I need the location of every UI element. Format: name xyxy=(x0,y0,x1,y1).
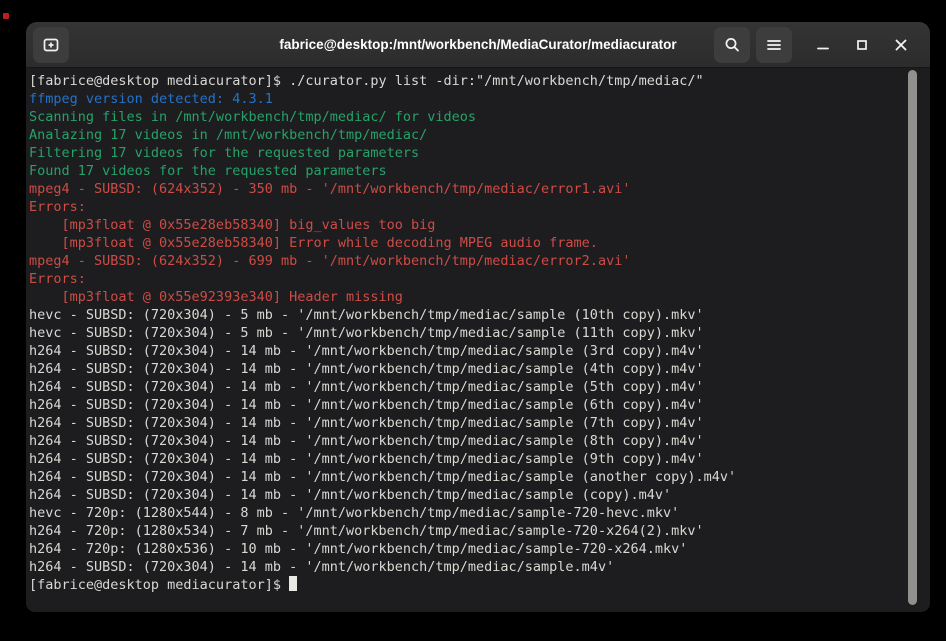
terminal-line: h264 - SUBSD: (720x304) - 14 mb - '/mnt/… xyxy=(29,414,930,432)
close-icon xyxy=(894,38,908,52)
terminal-line: h264 - SUBSD: (720x304) - 14 mb - '/mnt/… xyxy=(29,432,930,450)
close-button[interactable] xyxy=(884,28,918,62)
terminal-line: [mp3float @ 0x55e92393e340] Header missi… xyxy=(29,288,930,306)
record-marker xyxy=(3,13,9,19)
terminal-line: Scanning files in /mnt/workbench/tmp/med… xyxy=(29,108,930,126)
terminal-line: Found 17 videos for the requested parame… xyxy=(29,162,930,180)
terminal-window: fabrice@desktop:/mnt/workbench/MediaCura… xyxy=(26,22,930,612)
terminal-line: hevc - SUBSD: (720x304) - 5 mb - '/mnt/w… xyxy=(29,306,930,324)
maximize-button[interactable] xyxy=(845,28,879,62)
new-tab-button[interactable] xyxy=(33,27,69,63)
terminal-line: h264 - SUBSD: (720x304) - 14 mb - '/mnt/… xyxy=(29,450,930,468)
terminal-output: [fabrice@desktop mediacurator]$ ./curato… xyxy=(29,72,930,594)
terminal-line: ffmpeg version detected: 4.3.1 xyxy=(29,90,930,108)
search-icon xyxy=(723,36,741,54)
terminal-line: [fabrice@desktop mediacurator]$ ./curato… xyxy=(29,72,930,90)
minimize-icon xyxy=(816,38,830,52)
terminal-line: [mp3float @ 0x55e28eb58340] Error while … xyxy=(29,234,930,252)
terminal-line: h264 - SUBSD: (720x304) - 14 mb - '/mnt/… xyxy=(29,468,930,486)
menu-button[interactable] xyxy=(756,27,792,63)
terminal-line: [mp3float @ 0x55e28eb58340] big_values t… xyxy=(29,216,930,234)
terminal-line: hevc - SUBSD: (720x304) - 5 mb - '/mnt/w… xyxy=(29,324,930,342)
terminal-line: h264 - SUBSD: (720x304) - 14 mb - '/mnt/… xyxy=(29,396,930,414)
terminal-line: Analazing 17 videos in /mnt/workbench/tm… xyxy=(29,126,930,144)
terminal-line: Errors: xyxy=(29,270,930,288)
terminal-line: h264 - SUBSD: (720x304) - 14 mb - '/mnt/… xyxy=(29,378,930,396)
terminal-line: mpeg4 - SUBSD: (624x352) - 350 mb - '/mn… xyxy=(29,180,930,198)
terminal-line: h264 - SUBSD: (720x304) - 14 mb - '/mnt/… xyxy=(29,486,930,504)
maximize-icon xyxy=(855,38,869,52)
terminal-line: h264 - 720p: (1280x534) - 7 mb - '/mnt/w… xyxy=(29,522,930,540)
titlebar[interactable]: fabrice@desktop:/mnt/workbench/MediaCura… xyxy=(26,22,930,68)
terminal-line: h264 - SUBSD: (720x304) - 14 mb - '/mnt/… xyxy=(29,342,930,360)
terminal-line: h264 - SUBSD: (720x304) - 14 mb - '/mnt/… xyxy=(29,558,930,576)
terminal-line: hevc - 720p: (1280x544) - 8 mb - '/mnt/w… xyxy=(29,504,930,522)
search-button[interactable] xyxy=(714,27,750,63)
terminal-line: h264 - SUBSD: (720x304) - 14 mb - '/mnt/… xyxy=(29,360,930,378)
terminal-line: Filtering 17 videos for the requested pa… xyxy=(29,144,930,162)
hamburger-menu-icon xyxy=(766,38,782,52)
terminal-line: [fabrice@desktop mediacurator]$ xyxy=(29,576,930,594)
terminal-line: mpeg4 - SUBSD: (624x352) - 699 mb - '/mn… xyxy=(29,252,930,270)
terminal-line: Errors: xyxy=(29,198,930,216)
new-tab-icon xyxy=(42,36,60,54)
terminal-line: h264 - 720p: (1280x536) - 10 mb - '/mnt/… xyxy=(29,540,930,558)
terminal-cursor xyxy=(289,576,297,591)
scrollbar-thumb[interactable] xyxy=(908,70,917,605)
terminal-viewport[interactable]: [fabrice@desktop mediacurator]$ ./curato… xyxy=(26,68,930,611)
minimize-button[interactable] xyxy=(806,28,840,62)
